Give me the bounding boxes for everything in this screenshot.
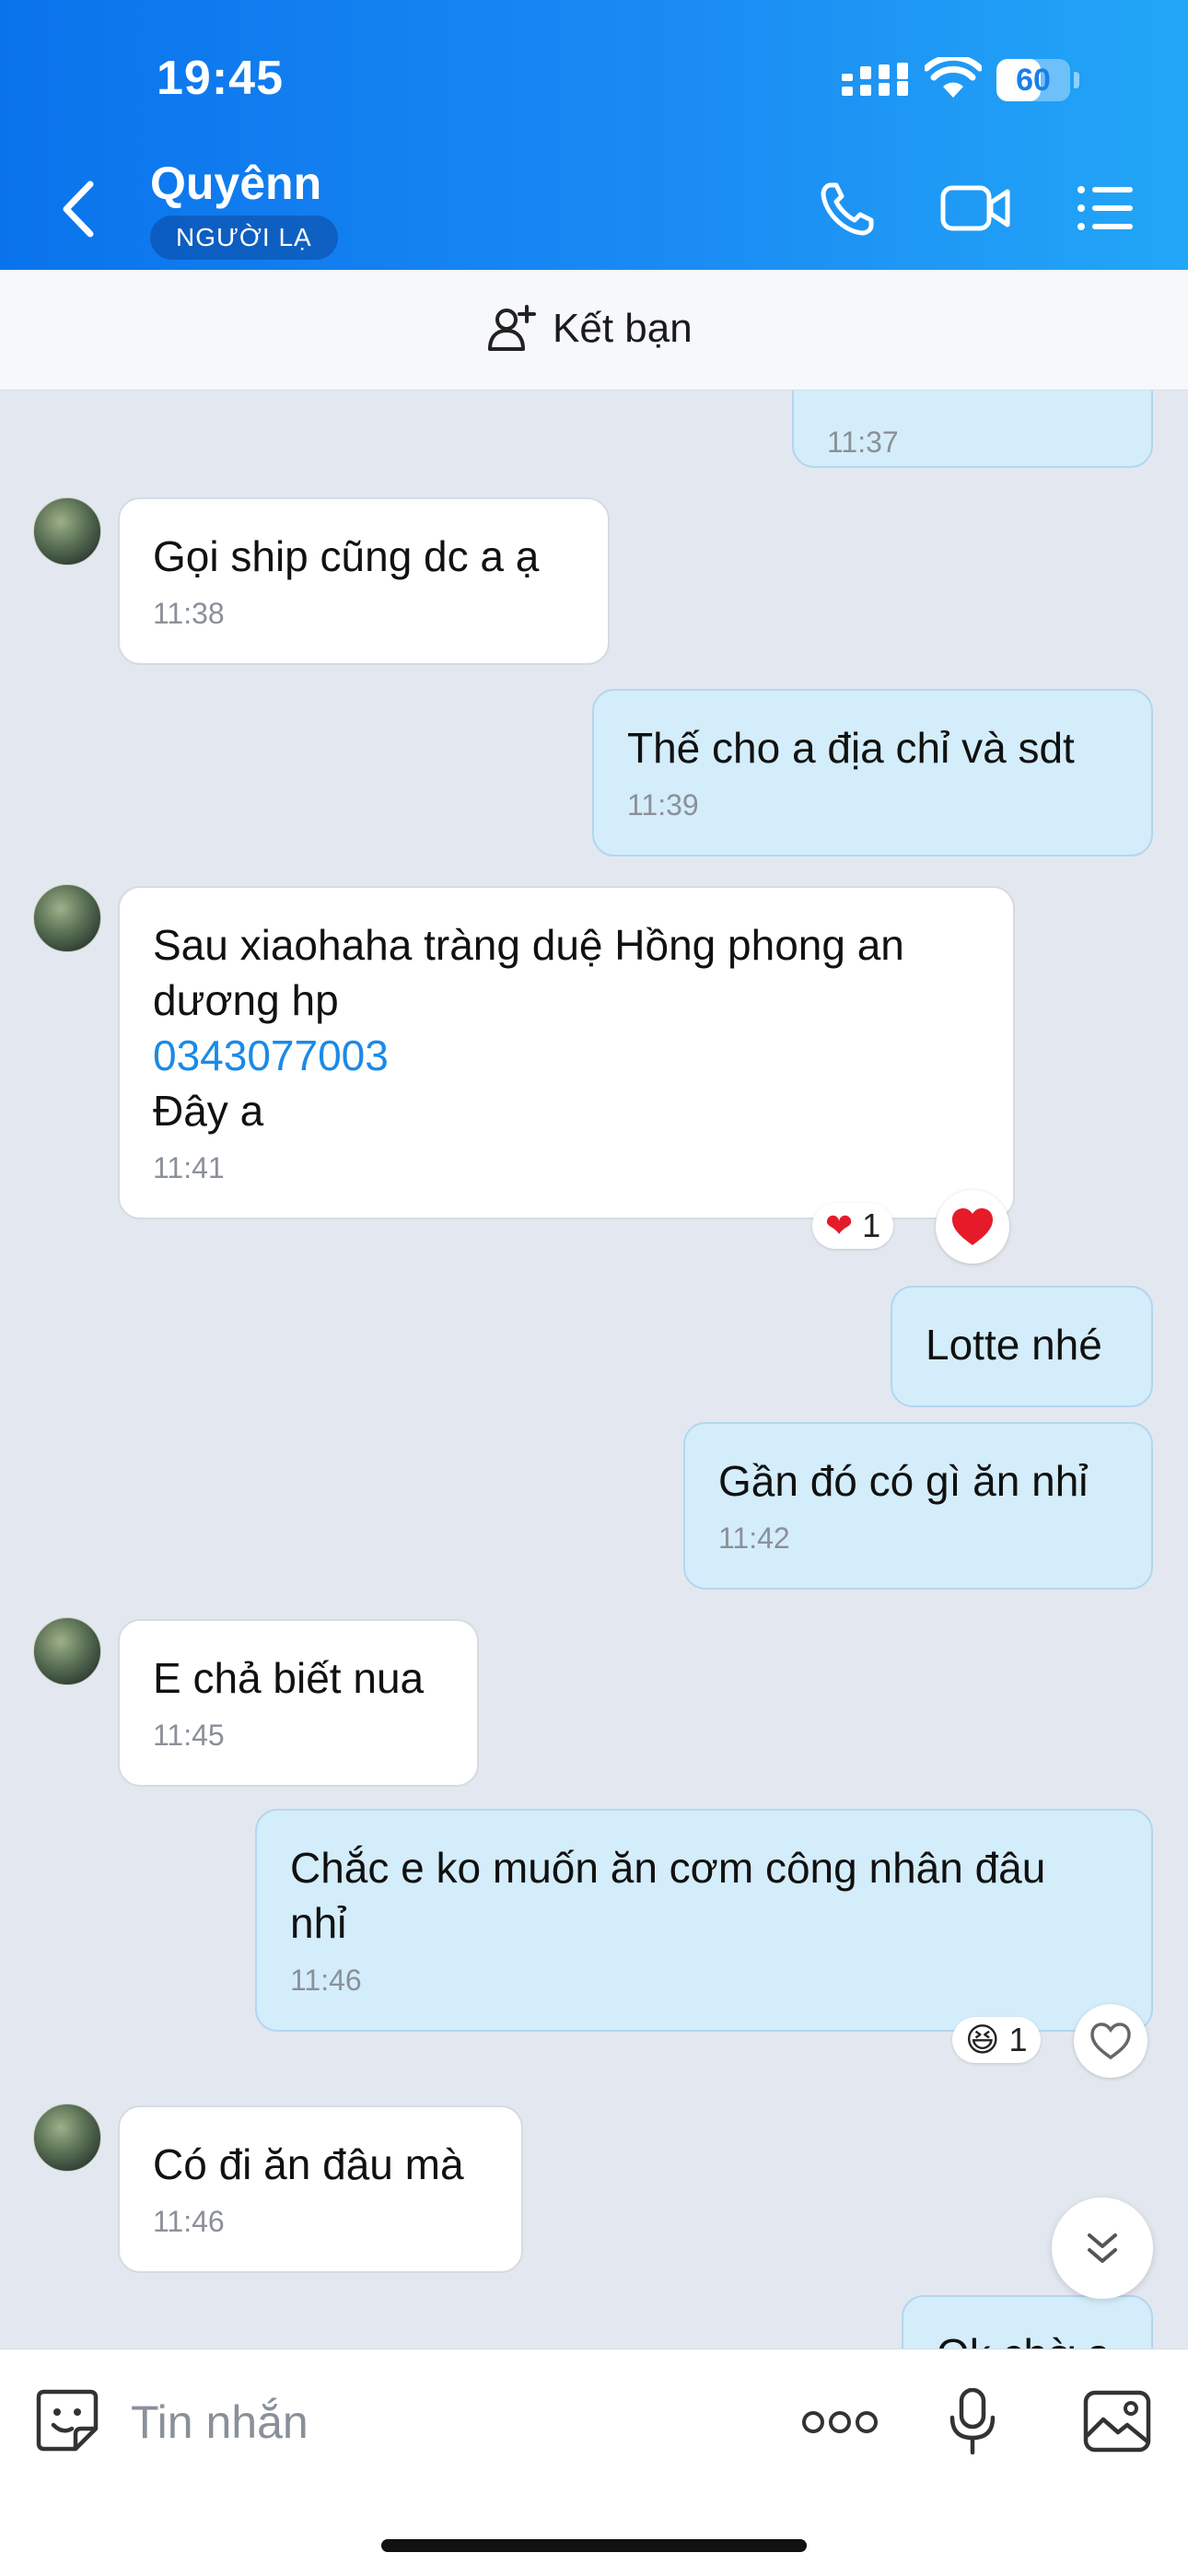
back-icon[interactable] [55, 177, 101, 241]
message-bubble-outgoing[interactable]: Lotte nhé [891, 1286, 1153, 1407]
more-dots-icon[interactable] [801, 2408, 879, 2436]
add-friend-label: Kết bạn [553, 306, 693, 351]
message-text: Sau xiaohaha tràng duệ Hồng phong an dươ… [153, 921, 904, 1024]
message-text: Gần đó có gì ăn nhỉ [718, 1457, 1089, 1505]
add-friend-icon [488, 305, 536, 351]
cellular-signal-icon [842, 63, 908, 96]
avatar[interactable] [33, 2104, 101, 2172]
avatar[interactable] [33, 884, 101, 952]
message-bubble-incoming[interactable]: Gọi ship cũng dc a ạ 11:38 [118, 497, 610, 665]
message-bubble-outgoing[interactable]: Thế cho a địa chỉ và sdt 11:39 [592, 689, 1153, 857]
message-text: Chắc e ko muốn ăn cơm công nhân đâu nhỉ [290, 1844, 1046, 1947]
reaction-summary[interactable]: ❤ 1 [812, 1203, 894, 1249]
message-text: Thế cho a địa chỉ và sdt [627, 724, 1075, 772]
battery-indicator: 60 [996, 59, 1081, 101]
message-time: 11:45 [153, 1719, 225, 1752]
message-time: 11:39 [627, 788, 699, 822]
wifi-icon [925, 57, 982, 98]
video-camera-icon[interactable] [939, 181, 1011, 236]
message-text: Có đi ăn đâu mà [153, 2140, 464, 2188]
message-time: 11:46 [290, 1964, 362, 1997]
message-text: Ok chờ a [937, 2326, 1118, 2349]
reaction-count: 1 [1008, 2021, 1028, 2058]
message-bubble-incoming[interactable]: Có đi ăn đâu mà 11:46 [118, 2105, 523, 2273]
chat-header: 19:45 60 Quyênn NGƯỜI LẠ [0, 0, 1188, 270]
chevron-double-down-icon [1088, 2233, 1117, 2263]
heart-icon [952, 1208, 993, 1245]
microphone-icon[interactable] [949, 2388, 996, 2454]
scroll-to-bottom-button[interactable] [1052, 2197, 1153, 2299]
add-friend-bar: Kết bạn [0, 270, 1188, 390]
phone-icon[interactable] [818, 180, 877, 239]
message-bubble-incoming[interactable]: Sau xiaohaha tràng duệ Hồng phong an dươ… [118, 886, 1015, 1219]
stranger-badge: NGƯỜI LẠ [150, 216, 338, 260]
react-button[interactable] [936, 1190, 1009, 1264]
message-time: 11:38 [153, 597, 225, 630]
message-text-secondary: Đây a [153, 1087, 264, 1135]
message-bubble-incoming[interactable]: E chả biết nua 11:45 [118, 1619, 479, 1787]
list-menu-icon[interactable] [1076, 182, 1135, 234]
add-friend-button[interactable]: Kết bạn [486, 301, 693, 356]
battery-percentage: 60 [1016, 63, 1051, 98]
react-button[interactable] [1074, 2004, 1147, 2078]
message-input[interactable] [129, 2386, 685, 2458]
message-time: 11:46 [153, 2205, 225, 2238]
contact-name[interactable]: Quyênn [150, 157, 321, 210]
message-text: E chả biết nua [153, 1654, 425, 1702]
reaction-summary[interactable]: 😆 1 [952, 2017, 1041, 2063]
status-time: 19:45 [157, 52, 284, 105]
message-bubble-outgoing[interactable]: Ok chờ a [902, 2295, 1153, 2349]
heart-icon: ❤ [825, 1206, 854, 1244]
message-time: 11:41 [153, 1151, 225, 1184]
message-time: 11:37 [827, 425, 899, 459]
phone-number-link[interactable]: 0343077003 [153, 1028, 980, 1083]
message-text: Gọi ship cũng dc a ạ [153, 532, 540, 580]
sticker-icon[interactable] [35, 2388, 99, 2453]
avatar[interactable] [33, 497, 101, 565]
home-indicator [381, 2539, 807, 2552]
reaction-count: 1 [862, 1206, 881, 1244]
heart-outline-icon [1090, 2022, 1131, 2060]
image-icon[interactable] [1083, 2390, 1151, 2453]
message-list[interactable]: 11:37 Gọi ship cũng dc a ạ 11:38 Thế cho… [0, 390, 1188, 2349]
message-text: Lotte nhé [926, 1321, 1102, 1369]
message-bubble-outgoing[interactable]: 11:37 [792, 390, 1153, 468]
message-bubble-outgoing[interactable]: Chắc e ko muốn ăn cơm công nhân đâu nhỉ … [255, 1809, 1153, 2032]
laughing-emoji-icon: 😆 [965, 2021, 1000, 2058]
message-bubble-outgoing[interactable]: Gần đó có gì ăn nhỉ 11:42 [683, 1422, 1153, 1590]
message-time: 11:42 [718, 1521, 790, 1555]
avatar[interactable] [33, 1617, 101, 1685]
